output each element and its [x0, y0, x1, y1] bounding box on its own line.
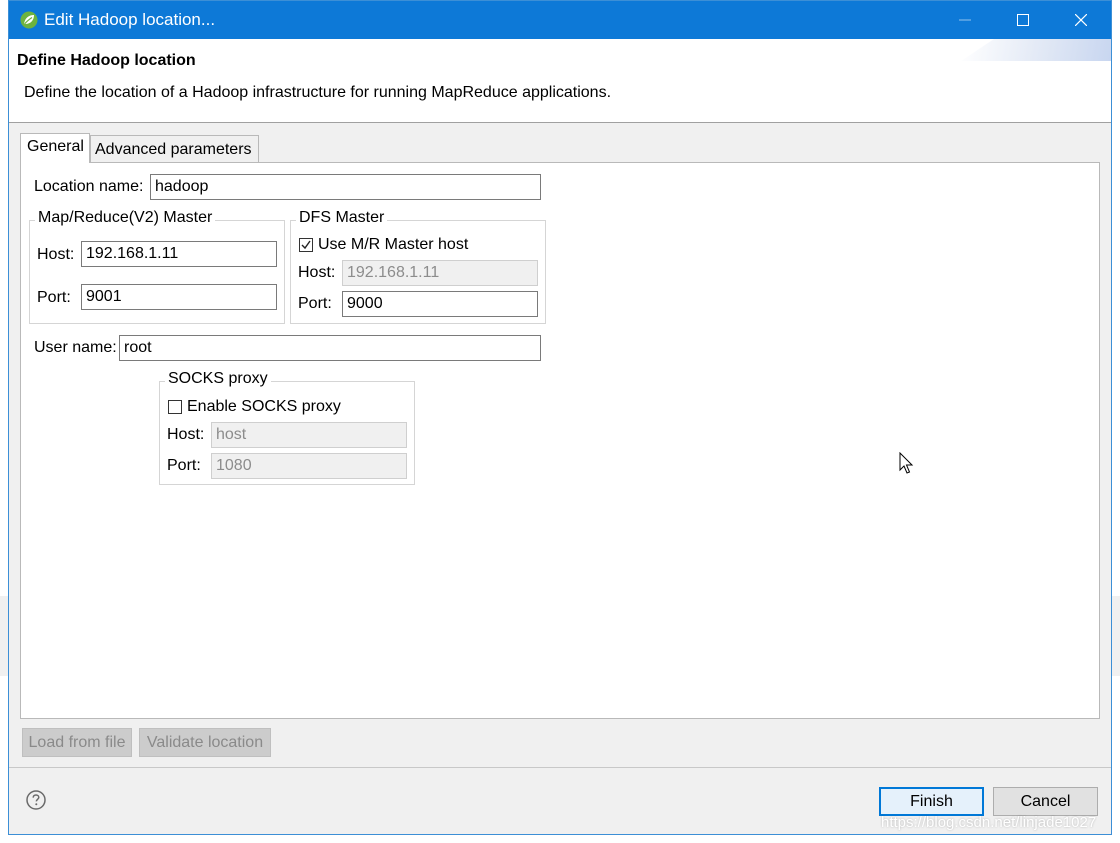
close-icon: [1075, 14, 1087, 26]
mr-port-label: Port:: [37, 289, 71, 306]
dfs-master-group: DFS Master Use M/R Master host Host: 192…: [290, 209, 546, 324]
background-window-edge-left: [0, 596, 8, 676]
edit-hadoop-location-dialog: Edit Hadoop location... Define Hadoop lo…: [8, 0, 1112, 835]
title-bar: Edit Hadoop location...: [9, 1, 1111, 39]
tab-general[interactable]: General: [20, 133, 90, 163]
minimize-button[interactable]: [937, 1, 995, 39]
checkmark-icon: [301, 240, 311, 250]
header-decoration: [961, 39, 1111, 61]
mr-host-input[interactable]: 192.168.1.11: [81, 241, 277, 267]
dfs-master-title: DFS Master: [296, 209, 388, 227]
question-mark-icon[interactable]: [26, 790, 46, 810]
dfs-port-input[interactable]: 9000: [342, 291, 538, 317]
dfs-host-label: Host:: [298, 264, 336, 281]
socks-proxy-group: SOCKS proxy Enable SOCKS proxy Host: hos…: [159, 370, 415, 485]
load-from-file-button[interactable]: Load from file: [22, 728, 132, 757]
mr-port-input[interactable]: 9001: [81, 284, 277, 310]
mr-master-group: Map/Reduce(V2) Master Host: 192.168.1.11…: [29, 209, 285, 324]
validate-location-button[interactable]: Validate location: [139, 728, 271, 757]
cancel-button[interactable]: Cancel: [993, 787, 1098, 816]
use-mr-host-checkbox[interactable]: [299, 238, 313, 252]
spring-leaf-icon: [20, 11, 38, 29]
socks-port-input: 1080: [211, 453, 407, 479]
header-description: Define the location of a Hadoop infrastr…: [24, 84, 612, 101]
socks-proxy-title: SOCKS proxy: [165, 370, 271, 388]
enable-socks-checkbox[interactable]: [168, 400, 182, 414]
header-title: Define Hadoop location: [17, 52, 196, 69]
tab-advanced-parameters[interactable]: Advanced parameters: [90, 135, 259, 163]
socks-host-input: host: [211, 422, 407, 448]
mouse-cursor-icon: [899, 452, 914, 474]
close-button[interactable]: [1053, 1, 1111, 39]
use-mr-host-label: Use M/R Master host: [318, 236, 469, 253]
background-window-edge-right: [1112, 596, 1120, 676]
socks-port-label: Port:: [167, 457, 201, 474]
general-tab-panel: Location name: hadoop Map/Reduce(V2) Mas…: [20, 162, 1100, 719]
maximize-icon: [1017, 14, 1029, 26]
dialog-header: Define Hadoop location Define the locati…: [9, 39, 1111, 123]
mr-host-label: Host:: [37, 246, 75, 263]
watermark: https://blog.csdn.net/linjade1027: [881, 814, 1097, 831]
mr-master-title: Map/Reduce(V2) Master: [35, 209, 216, 227]
maximize-button[interactable]: [995, 1, 1053, 39]
enable-socks-label: Enable SOCKS proxy: [187, 398, 341, 415]
location-name-input[interactable]: hadoop: [150, 174, 541, 200]
window-title: Edit Hadoop location...: [44, 10, 216, 29]
dfs-host-input: 192.168.1.11: [342, 260, 538, 286]
minimize-icon: [959, 19, 971, 21]
footer-separator: [9, 767, 1111, 768]
user-name-label: User name:: [34, 339, 117, 356]
user-name-input[interactable]: root: [119, 335, 541, 361]
finish-button[interactable]: Finish: [879, 787, 984, 816]
dfs-port-label: Port:: [298, 295, 332, 312]
location-name-label: Location name:: [34, 178, 144, 195]
socks-host-label: Host:: [167, 426, 205, 443]
